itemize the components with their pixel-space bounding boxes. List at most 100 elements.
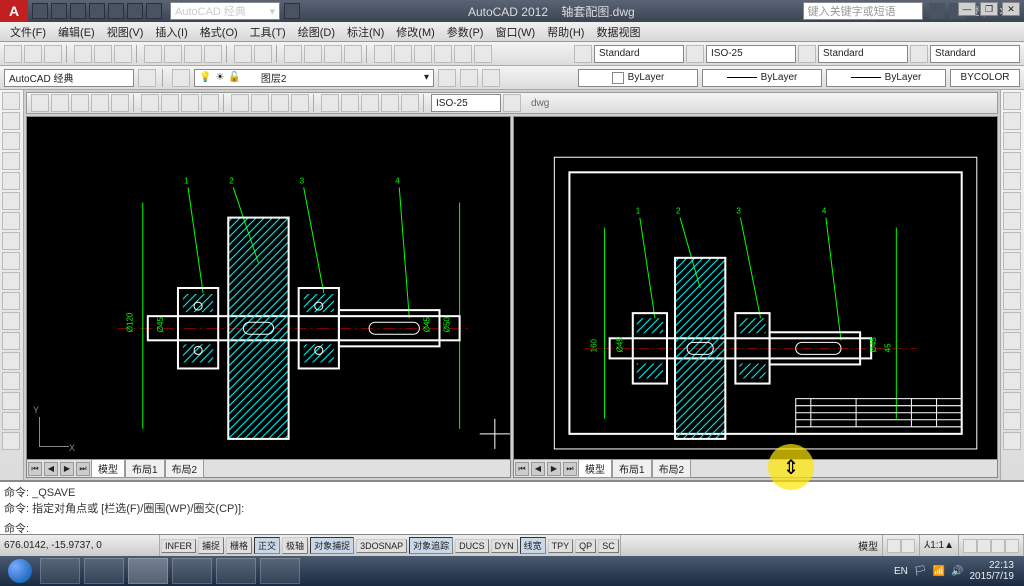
open-icon[interactable]: [24, 45, 42, 63]
toggle-ducs[interactable]: DUCS: [455, 539, 489, 553]
toggle-grid[interactable]: 栅格: [226, 537, 252, 554]
toggle-infer[interactable]: INFER: [161, 539, 196, 553]
block-icon[interactable]: [2, 292, 20, 310]
menu-edit[interactable]: 编辑(E): [52, 22, 101, 41]
table-style-combo[interactable]: Standard: [818, 45, 908, 63]
menu-format[interactable]: 格式(O): [194, 22, 244, 41]
task-app3[interactable]: [260, 558, 300, 584]
status-icon-2[interactable]: [901, 539, 915, 553]
workspace-combo2[interactable]: AutoCAD 经典: [4, 69, 134, 87]
rotate-icon[interactable]: [1003, 212, 1021, 230]
publish-icon[interactable]: [114, 45, 132, 63]
tab-next-icon[interactable]: ▶: [60, 462, 74, 476]
qat-new-icon[interactable]: [32, 3, 48, 19]
zoom-window-icon[interactable]: [324, 45, 342, 63]
calc-icon[interactable]: [474, 45, 492, 63]
lang-indicator[interactable]: EN: [894, 566, 908, 577]
dimarc-icon[interactable]: [91, 94, 109, 112]
tray-time[interactable]: 22:13: [970, 560, 1015, 571]
model-canvas-left[interactable]: 1 2 3 4: [27, 117, 510, 459]
insert-icon[interactable]: [2, 312, 20, 330]
tab-next-icon[interactable]: ▶: [547, 462, 561, 476]
tray-icon-1[interactable]: [963, 539, 977, 553]
properties-icon[interactable]: [374, 45, 392, 63]
tab-layout1[interactable]: 布局1: [125, 459, 165, 478]
grip-icon[interactable]: [31, 94, 49, 112]
plot-icon[interactable]: [74, 45, 92, 63]
qat-print-icon[interactable]: [108, 3, 124, 19]
toolpalette-icon[interactable]: [414, 45, 432, 63]
toggle-polar[interactable]: 极轴: [282, 537, 308, 554]
dimbaseline-icon[interactable]: [251, 94, 269, 112]
explode-icon[interactable]: [1003, 392, 1021, 410]
stretch-icon[interactable]: [1003, 252, 1021, 270]
zoom-icon[interactable]: [304, 45, 322, 63]
erase-icon[interactable]: [1003, 92, 1021, 110]
qat-save-icon[interactable]: [70, 3, 86, 19]
search-input[interactable]: 键入关键字或短语: [803, 2, 923, 20]
dimtedit-icon[interactable]: [381, 94, 399, 112]
tab-last-icon[interactable]: ⏭: [563, 462, 577, 476]
polyline-icon[interactable]: [2, 112, 20, 130]
command-window[interactable]: 命令: _QSAVE 命令: 指定对角点或 [栏选(F)/圈围(WP)/圈交(C…: [0, 480, 1024, 534]
task-qq[interactable]: [84, 558, 124, 584]
tab-prev-icon[interactable]: ◀: [44, 462, 58, 476]
undo-icon[interactable]: [234, 45, 252, 63]
new-icon[interactable]: [4, 45, 22, 63]
menu-insert[interactable]: 插入(I): [149, 22, 193, 41]
qat-saveas-icon[interactable]: [89, 3, 105, 19]
tolerance-icon[interactable]: [321, 94, 339, 112]
revcloud-icon[interactable]: [2, 392, 20, 410]
tray-icon-2[interactable]: [977, 539, 991, 553]
layer-iso-icon[interactable]: [460, 69, 478, 87]
ml-style-combo[interactable]: Standard: [930, 45, 1020, 63]
status-icon-1[interactable]: [887, 539, 901, 553]
dimordinate-icon[interactable]: [111, 94, 129, 112]
dimangular-icon[interactable]: [181, 94, 199, 112]
markup-icon[interactable]: [454, 45, 472, 63]
qat-undo-icon[interactable]: [127, 3, 143, 19]
copy-obj-icon[interactable]: [1003, 112, 1021, 130]
mdi-close-icon[interactable]: ✕: [1002, 2, 1020, 16]
line-icon[interactable]: [2, 92, 20, 110]
dimdiameter-icon[interactable]: [161, 94, 179, 112]
move-icon[interactable]: [1003, 192, 1021, 210]
tab-layout2[interactable]: 布局2: [652, 459, 692, 478]
toggle-sc[interactable]: SC: [598, 539, 619, 553]
ellipse-icon[interactable]: [2, 192, 20, 210]
workspace-selector[interactable]: AutoCAD 经典 ▾: [170, 2, 280, 20]
lineweight-combo[interactable]: ByLayer: [826, 69, 946, 87]
menu-dataview[interactable]: 数据视图: [590, 22, 646, 41]
text-style-icon[interactable]: [574, 45, 592, 63]
table-style-icon[interactable]: [798, 45, 816, 63]
tray-net-icon[interactable]: 📶: [933, 566, 945, 577]
copy-icon[interactable]: [164, 45, 182, 63]
lengthen-icon[interactable]: [1003, 412, 1021, 430]
ws-settings-icon[interactable]: [138, 69, 156, 87]
centermark-icon[interactable]: [341, 94, 359, 112]
tray-vol-icon[interactable]: 🔊: [951, 566, 963, 577]
array-icon[interactable]: [1003, 172, 1021, 190]
color-combo[interactable]: ByLayer: [578, 69, 698, 87]
toggle-ortho[interactable]: 正交: [254, 537, 280, 554]
plotstyle-combo[interactable]: BYCOLOR: [950, 69, 1020, 87]
tray-icon-3[interactable]: [991, 539, 1005, 553]
toggle-dyn[interactable]: DYN: [491, 539, 518, 553]
scale-icon[interactable]: [1003, 232, 1021, 250]
task-explorer[interactable]: [40, 558, 80, 584]
chamfer-icon[interactable]: [1003, 352, 1021, 370]
point-icon[interactable]: [2, 252, 20, 270]
dimradius-icon[interactable]: [141, 94, 159, 112]
tab-layout1[interactable]: 布局1: [612, 459, 652, 478]
dimstyle-icon[interactable]: [503, 94, 521, 112]
menu-draw[interactable]: 绘图(D): [292, 22, 341, 41]
task-app1[interactable]: [172, 558, 212, 584]
coordinate-display[interactable]: 676.0142, -15.9737, 0: [0, 535, 160, 556]
paste-icon[interactable]: [184, 45, 202, 63]
sheetset-icon[interactable]: [434, 45, 452, 63]
toggle-otrack[interactable]: 对象追踪: [409, 537, 453, 554]
status-annoscale[interactable]: ⅄ 1:1 ▲: [920, 535, 959, 556]
tab-first-icon[interactable]: ⏮: [28, 462, 42, 476]
dimaligned-icon[interactable]: [71, 94, 89, 112]
tab-model[interactable]: 模型: [578, 459, 612, 478]
